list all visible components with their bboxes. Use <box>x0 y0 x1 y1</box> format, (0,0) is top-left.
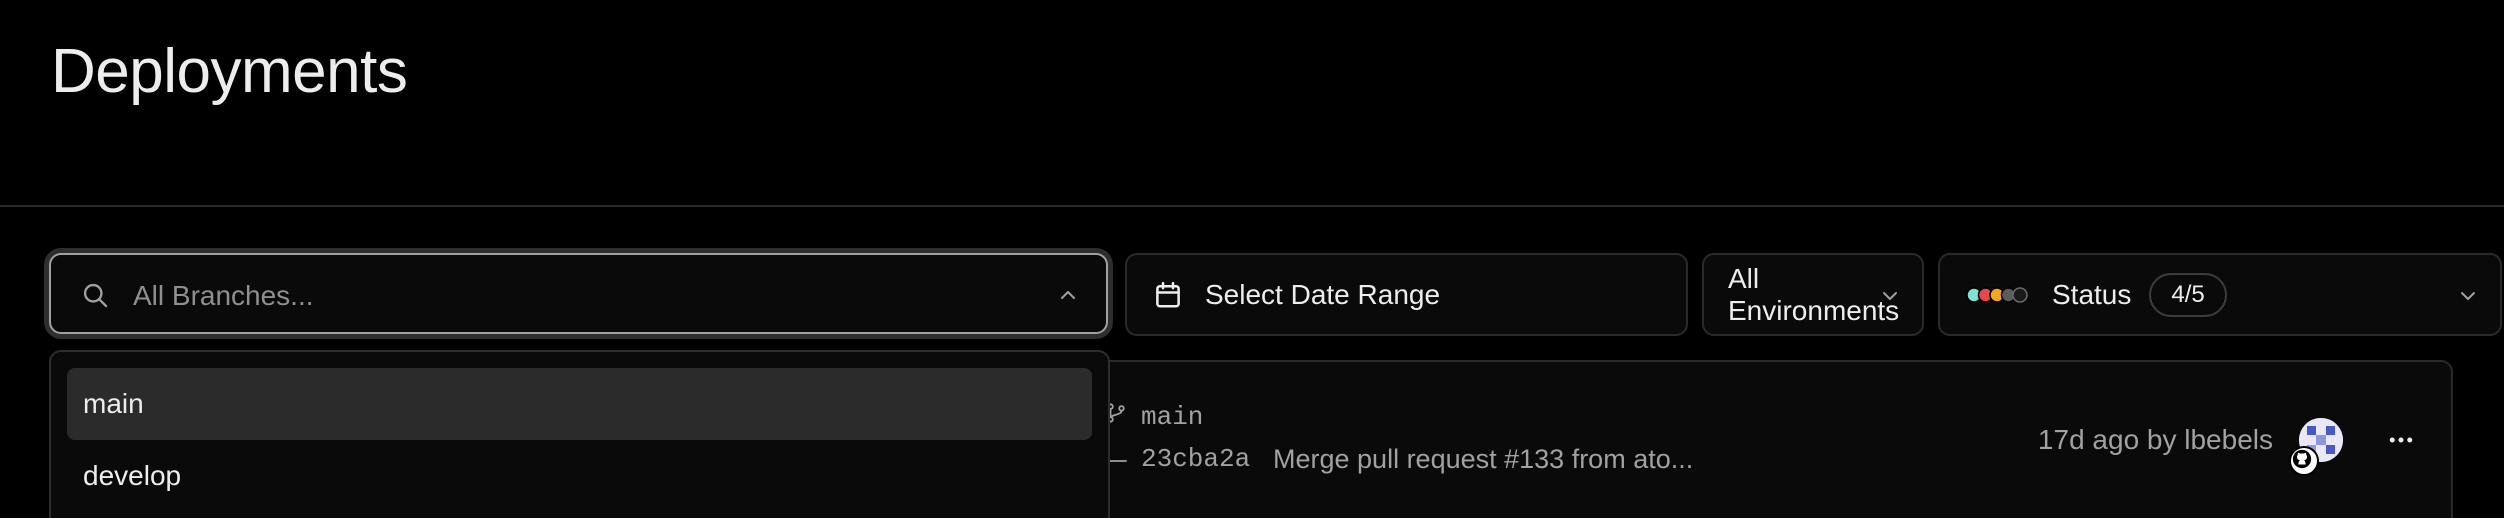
dropdown-item-main[interactable]: main <box>67 368 1092 440</box>
deployment-commit-message: Merge pull request #133 from ato... <box>1273 444 1694 474</box>
branch-dropdown: main develop <box>49 350 1110 518</box>
chevron-down-icon <box>1883 292 1897 300</box>
status-label: Status <box>2052 278 2132 310</box>
date-range-button[interactable]: Select Date Range <box>1125 253 1688 336</box>
deployment-branch: main <box>1141 402 1204 432</box>
header-divider <box>0 205 2504 207</box>
deployment-commit-hash[interactable]: 23cba2a <box>1141 444 1250 474</box>
status-count-badge: 4/5 <box>2149 272 2227 317</box>
more-horizontal-icon <box>2389 437 2413 443</box>
branch-search-input[interactable] <box>131 273 1035 319</box>
more-options-button[interactable] <box>2377 416 2425 464</box>
chevron-up-icon[interactable] <box>1056 283 1080 307</box>
search-icon <box>83 283 108 308</box>
dropdown-item-develop[interactable]: develop <box>67 440 1092 512</box>
status-dots-icon <box>1966 286 2028 303</box>
date-range-label: Select Date Range <box>1205 278 1441 310</box>
environment-select[interactable]: All Environments <box>1702 253 1924 336</box>
branch-search-combobox[interactable] <box>49 253 1108 334</box>
deployments-page: Deployments Select Date Range All Enviro <box>0 0 2504 518</box>
page-title: Deployments <box>51 37 408 106</box>
github-icon <box>2289 446 2319 476</box>
chevron-down-icon <box>2461 292 2475 300</box>
calendar-icon <box>1156 281 1180 307</box>
deployment-meta: 17d ago by lbebels <box>2037 424 2273 455</box>
status-filter-button[interactable]: Status 4/5 <box>1938 253 2502 336</box>
status-dot <box>2012 286 2028 303</box>
